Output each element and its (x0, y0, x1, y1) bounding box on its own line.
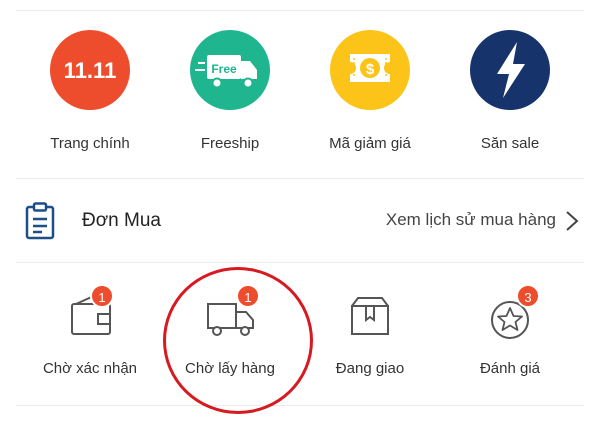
orders-title: Đơn Mua (82, 210, 161, 231)
quick-link-label: Săn sale (480, 135, 540, 152)
quick-link-freeship[interactable]: Free Freeship (160, 30, 300, 152)
quick-link-san-sale[interactable]: Săn sale (440, 30, 580, 152)
top-divider (16, 10, 584, 11)
quick-link-trang-chinh[interactable]: 11.11 Trang chính (20, 30, 160, 152)
status-label: Đánh giá (479, 360, 541, 377)
svg-text:$: $ (366, 61, 375, 78)
status-danh-gia[interactable]: 3 Đánh giá (440, 284, 580, 377)
chevron-right-icon[interactable] (564, 209, 580, 233)
package-icon (340, 290, 400, 342)
status-label: Chờ xác nhận (42, 360, 138, 377)
wallet-icon: 1 (60, 284, 120, 342)
orders-header[interactable]: Đơn Mua Xem lịch sử mua hàng (0, 186, 600, 256)
status-cho-xac-nhan[interactable]: 1 Chờ xác nhận (20, 284, 160, 377)
status-label: Chờ lấy hàng (185, 360, 275, 377)
svg-text:Free: Free (211, 62, 237, 76)
lightning-icon (470, 30, 550, 110)
order-status-row: 1 Chờ xác nhận 1 Chờ lấy hàng Đang giao (0, 284, 600, 390)
bottom-divider (16, 405, 584, 406)
star-icon: 3 (480, 284, 540, 342)
svg-text:11.11: 11.11 (64, 58, 117, 83)
divider (16, 178, 584, 179)
clipboard-icon (24, 202, 56, 240)
dollar-voucher-icon: $ (330, 30, 410, 110)
quick-link-label: Freeship (200, 135, 260, 152)
quick-link-label: Mã giảm giá (329, 135, 411, 152)
purchase-history-link[interactable]: Xem lịch sử mua hàng (386, 210, 556, 230)
status-badge: 3 (516, 284, 540, 308)
free-truck-icon: Free (190, 30, 270, 110)
status-badge: 1 (236, 284, 260, 308)
status-badge: 1 (90, 284, 114, 308)
divider (16, 262, 584, 263)
quick-links-row: 11.11 Trang chính Free Freeship $ Mã giả… (0, 30, 600, 165)
quick-link-ma-giam-gia[interactable]: $ Mã giảm giá (300, 30, 440, 152)
status-dang-giao[interactable]: Đang giao (300, 290, 440, 377)
status-cho-lay-hang[interactable]: 1 Chờ lấy hàng (160, 284, 300, 377)
truck-icon: 1 (200, 284, 260, 342)
status-label: Đang giao (335, 360, 405, 377)
quick-link-label: Trang chính (50, 135, 130, 152)
sale-11-11-icon: 11.11 (50, 30, 130, 110)
